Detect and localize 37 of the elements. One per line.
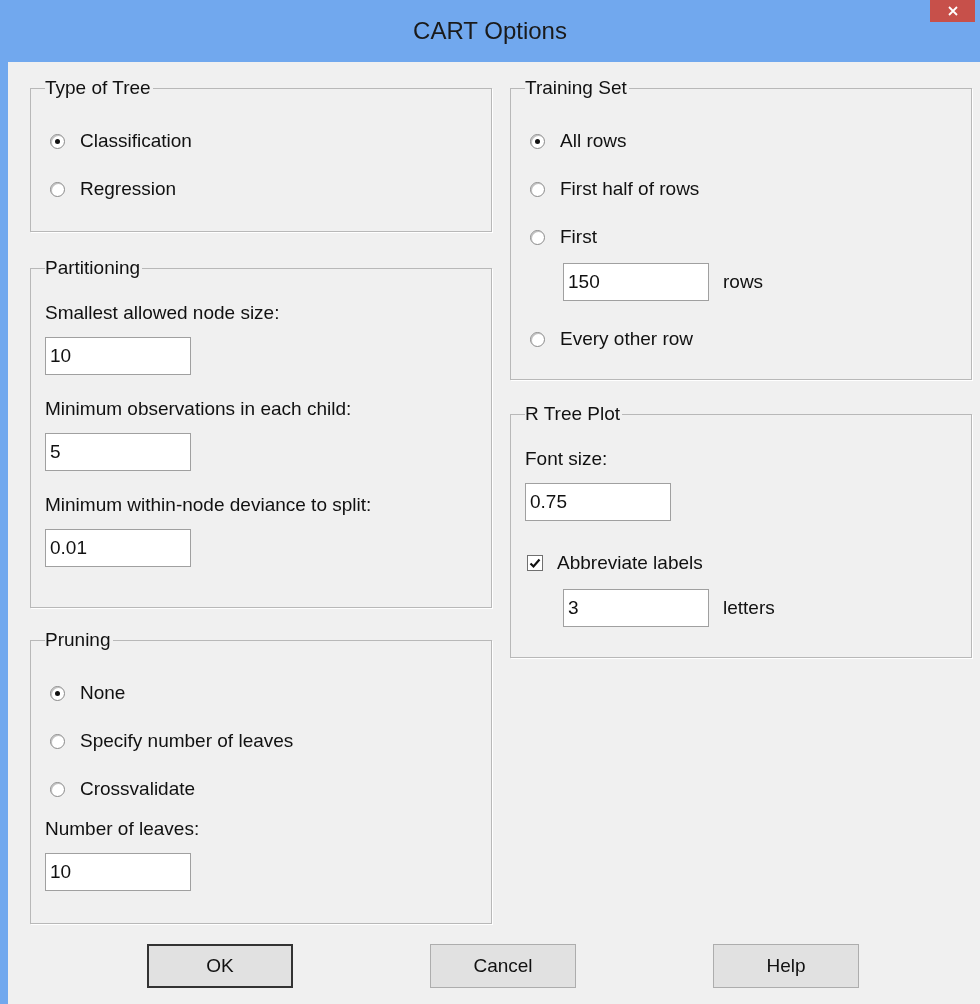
checkbox-label: Abbreviate labels bbox=[557, 550, 703, 575]
input-field[interactable]: 3 bbox=[563, 589, 709, 627]
input-field[interactable]: 0.75 bbox=[525, 483, 671, 521]
input-field[interactable]: 10 bbox=[45, 853, 191, 891]
close-button[interactable] bbox=[930, 0, 975, 22]
radio-label: Specify number of leaves bbox=[80, 728, 294, 753]
close-icon bbox=[947, 6, 958, 16]
input-field[interactable]: 0.01 bbox=[45, 529, 191, 567]
radio-label: Regression bbox=[80, 176, 177, 201]
unit-label: letters bbox=[723, 595, 775, 620]
radio-label: First bbox=[560, 224, 597, 249]
input-field[interactable]: 150 bbox=[563, 263, 709, 301]
window-title: CART Options bbox=[413, 16, 567, 46]
checkbox[interactable] bbox=[527, 555, 543, 571]
dialog-button[interactable]: OK bbox=[147, 944, 293, 988]
radio-label: Every other row bbox=[560, 326, 694, 351]
radio-button[interactable] bbox=[530, 181, 545, 197]
field-label: Minimum observations in each child: bbox=[45, 396, 353, 421]
radio-button[interactable] bbox=[530, 229, 545, 245]
field-label: Minimum within-node deviance to split: bbox=[45, 492, 373, 517]
radio-label: All rows bbox=[560, 128, 627, 153]
radio-label: First half of rows bbox=[560, 176, 700, 201]
unit-label: rows bbox=[723, 269, 764, 294]
input-field[interactable]: 10 bbox=[45, 337, 191, 375]
input-field[interactable]: 5 bbox=[45, 433, 191, 471]
field-label: Smallest allowed node size: bbox=[45, 300, 281, 325]
radio-label: None bbox=[80, 680, 126, 705]
radio-button[interactable] bbox=[530, 331, 545, 347]
field-label: Font size: bbox=[525, 446, 609, 471]
radio-label: Classification bbox=[80, 128, 192, 153]
dialog-button[interactable]: Cancel bbox=[430, 944, 576, 988]
dialog-button[interactable]: Help bbox=[713, 944, 859, 988]
radio-button[interactable] bbox=[50, 781, 65, 797]
radio-button[interactable] bbox=[50, 133, 65, 149]
radio-label: Crossvalidate bbox=[80, 776, 196, 801]
radio-button[interactable] bbox=[50, 733, 65, 749]
field-label: Number of leaves: bbox=[45, 816, 201, 841]
